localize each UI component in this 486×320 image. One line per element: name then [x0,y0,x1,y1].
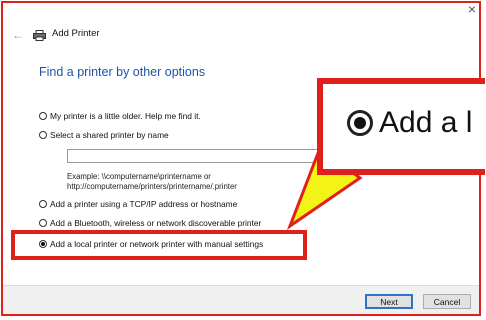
radio-dot [354,117,366,129]
zoom-content: Add a l [347,106,472,140]
zoom-callout-text: Add a l [379,106,473,139]
radio-button-selected-icon [347,110,373,136]
zoom-callout: Add a l [317,78,485,175]
